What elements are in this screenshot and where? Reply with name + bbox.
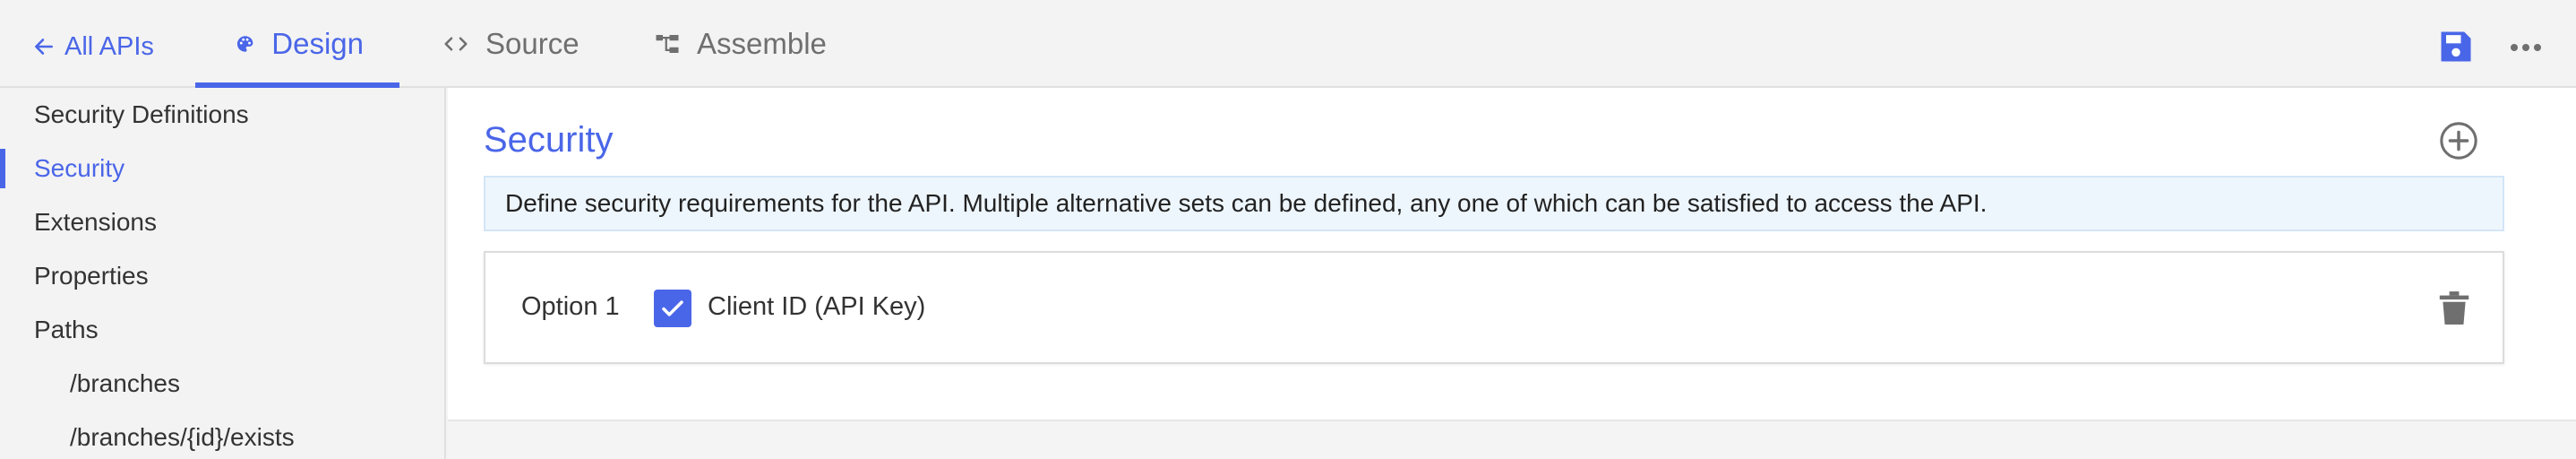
sidebar-item-path-branches-exists[interactable]: /branches/{id}/exists	[0, 412, 444, 459]
sidebar-item-label: Paths	[34, 316, 99, 343]
flow-icon	[656, 35, 679, 53]
section-title: Security	[484, 120, 614, 160]
sidebar-item-extensions[interactable]: Extensions	[0, 197, 444, 247]
checkmark-icon	[662, 300, 683, 316]
tab-design[interactable]: Design	[195, 0, 399, 90]
sidebar-item-label: /branches/{id}/exists	[70, 423, 295, 451]
tab-assemble[interactable]: Assemble	[654, 0, 827, 88]
sidebar-item-security-definitions[interactable]: Security Definitions	[0, 90, 444, 140]
option-label: Option 1	[521, 292, 620, 321]
sidebar-item-path-branches[interactable]: /branches	[0, 359, 444, 409]
sidebar-item-paths[interactable]: Paths	[0, 305, 444, 355]
tab-source-label: Source	[485, 27, 580, 60]
sidebar-item-label: Properties	[34, 262, 149, 290]
info-text: Define security requirements for the API…	[505, 189, 1988, 217]
tab-assemble-label: Assemble	[697, 27, 827, 60]
palette-icon	[236, 36, 253, 52]
sidebar-item-security[interactable]: Security	[0, 143, 444, 194]
top-nav-bar: All APIs Design Source Assemble	[0, 0, 2576, 90]
arrow-left-icon	[35, 39, 53, 55]
back-to-all-apis-link[interactable]: All APIs	[32, 29, 154, 65]
code-icon	[444, 37, 468, 51]
sidebar-item-label: /branches	[70, 369, 180, 397]
info-message: Define security requirements for the API…	[484, 176, 2504, 231]
api-designer-window: All APIs Design Source Assemble Security…	[0, 0, 2576, 459]
client-id-checkbox[interactable]	[654, 290, 691, 327]
tab-design-label: Design	[271, 27, 364, 60]
save-icon[interactable]	[2436, 27, 2476, 66]
security-card: Security Define security requirements fo…	[448, 88, 2576, 421]
tab-source[interactable]: Source	[442, 0, 580, 88]
sidebar-nav: Security Definitions Security Extensions…	[0, 88, 446, 459]
trash-icon[interactable]	[2438, 290, 2470, 326]
main-content: Security Define security requirements fo…	[446, 88, 2576, 459]
more-icon[interactable]	[2508, 34, 2544, 61]
sidebar-item-label: Extensions	[34, 208, 157, 236]
sidebar-item-properties[interactable]: Properties	[0, 251, 444, 301]
sidebar-item-label: Security	[34, 154, 125, 182]
sidebar-item-label: Security Definitions	[34, 100, 249, 128]
add-circle-icon[interactable]	[2438, 120, 2479, 161]
client-id-checkbox-label[interactable]: Client ID (API Key)	[708, 292, 925, 322]
option-panel: Option 1 Client ID (API Key)	[484, 251, 2504, 364]
back-link-label: All APIs	[64, 31, 154, 61]
